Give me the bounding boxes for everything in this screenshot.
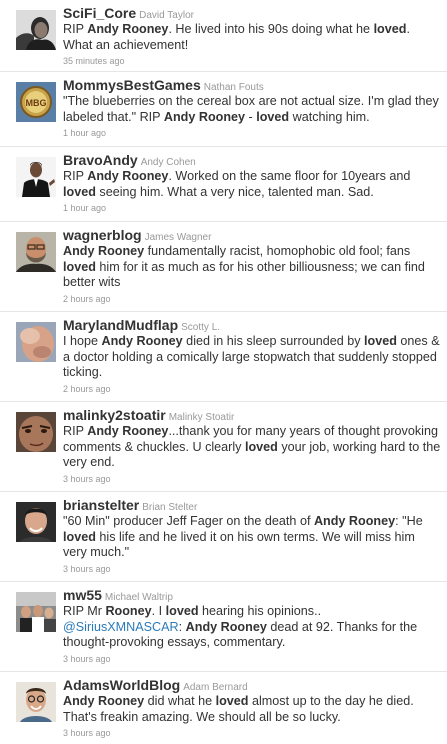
tweet-timestamp[interactable]: 3 hours ago — [63, 653, 441, 665]
tweet-item: BravoAndy Andy Cohen RIP Andy Rooney. Wor… — [0, 147, 447, 222]
tweet-timestamp[interactable]: 3 hours ago — [63, 727, 441, 739]
highlighted-keyword: loved — [63, 259, 96, 274]
tweet-timestamp[interactable]: 1 hour ago — [63, 127, 441, 139]
tweet-text-segment: RIP — [63, 424, 88, 438]
tweet-text-segment: "60 Min" producer Jeff Fager on the deat… — [63, 514, 314, 528]
tweet-screen-name[interactable]: wagnerblog — [63, 227, 142, 243]
tweet-timestamp[interactable]: 3 hours ago — [63, 473, 441, 485]
user-avatar[interactable]: MBG — [16, 82, 56, 122]
tweet-text-segment: RIP — [63, 22, 88, 36]
tweet-text: "The blueberries on the cereal box are n… — [63, 94, 441, 125]
tweet-full-name[interactable]: Brian Stelter — [142, 502, 197, 513]
tweet-item: wagnerblog James Wagner Andy Rooney funda… — [0, 222, 447, 312]
tweet-text-segment: : — [178, 619, 186, 634]
tweet-timestamp[interactable]: 2 hours ago — [63, 293, 441, 305]
user-avatar[interactable] — [16, 157, 56, 197]
highlighted-keyword: loved — [373, 22, 407, 36]
tweet-text-segment: I hope — [63, 334, 102, 348]
tweet-timestamp[interactable]: 35 minutes ago — [63, 55, 441, 67]
highlighted-keyword: Andy Rooney — [163, 109, 246, 124]
tweet-text: RIP Andy Rooney. He lived into his 90s d… — [63, 22, 441, 53]
tweet-timestamp[interactable]: 2 hours ago — [63, 383, 441, 395]
tweet-item: MBG MommysBestGames Nathan Fouts "The blu… — [0, 72, 447, 147]
highlighted-keyword: loved — [256, 109, 290, 124]
highlighted-keyword: Andy Rooney — [63, 244, 145, 258]
tweet-full-name[interactable]: Andy Cohen — [141, 157, 196, 168]
highlighted-keyword: Andy Rooney — [87, 169, 169, 183]
highlighted-keyword: Andy Rooney — [101, 334, 183, 348]
tweet-screen-name[interactable]: MommysBestGames — [63, 77, 201, 93]
highlighted-keyword: Andy Rooney — [63, 694, 145, 708]
tweet-text: RIP Andy Rooney. Worked on the same floo… — [63, 169, 441, 200]
highlighted-keyword: loved — [244, 439, 278, 454]
tweet-text: I hope Andy Rooney died in his sleep sur… — [63, 334, 441, 381]
highlighted-keyword: loved — [364, 334, 397, 348]
tweet-text-segment: died in his sleep surrounded by — [182, 334, 365, 348]
tweet-timestamp[interactable]: 1 hour ago — [63, 202, 441, 214]
tweet-text-segment: him for it as much as for his other bill… — [63, 259, 425, 290]
tweet-text-segment: . He lived into his 90s doing what he — [168, 22, 374, 36]
tweet-text-segment: his life and he lived it on his own term… — [63, 529, 415, 560]
highlighted-keyword: loved — [215, 694, 249, 708]
tweet-full-name[interactable]: Malinky Stoatir — [169, 412, 235, 423]
tweet-full-name[interactable]: Nathan Fouts — [204, 82, 264, 93]
tweet-screen-name[interactable]: brianstelter — [63, 497, 139, 513]
tweet-text-segment: : "He — [395, 514, 423, 528]
user-avatar[interactable] — [16, 10, 56, 50]
tweet-text: Andy Rooney did what he loved almost up … — [63, 694, 441, 725]
tweet-text-segment: . I — [151, 604, 166, 618]
tweet-text-segment: . Worked on the same floor for 10years a… — [168, 169, 411, 183]
highlighted-keyword: Andy Rooney — [87, 22, 169, 36]
highlighted-keyword: loved — [63, 529, 96, 544]
tweet-item: MarylandMudflap Scotty L. I hope Andy Roo… — [0, 312, 447, 402]
user-avatar[interactable] — [16, 592, 56, 632]
tweet-item: AdamsWorldBlog Adam Bernard Andy Rooney d… — [0, 672, 447, 744]
mention-link[interactable]: @SiriusXMNASCAR — [63, 620, 179, 634]
tweet-screen-name[interactable]: mw55 — [63, 587, 102, 603]
user-avatar[interactable] — [16, 232, 56, 272]
tweet-item: malinky2stoatir Malinky Stoatir RIP Andy … — [0, 402, 447, 492]
tweet-item: mw55 Michael Waltrip RIP Mr Rooney. I lov… — [0, 582, 447, 672]
user-avatar[interactable] — [16, 502, 56, 542]
tweet-screen-name[interactable]: malinky2stoatir — [63, 407, 166, 423]
highlighted-keyword: Andy Rooney — [185, 619, 267, 634]
tweet-full-name[interactable]: Adam Bernard — [183, 682, 247, 693]
user-avatar[interactable] — [16, 412, 56, 452]
tweet-item: brianstelter Brian Stelter "60 Min" produ… — [0, 492, 447, 582]
mbg-logo-text: MBG — [26, 98, 47, 108]
highlighted-keyword: Andy Rooney — [313, 514, 396, 528]
user-avatar[interactable] — [16, 682, 56, 722]
tweet-full-name[interactable]: David Taylor — [139, 10, 194, 21]
tweet-text: RIP Mr Rooney. I loved hearing his opini… — [63, 604, 441, 651]
highlighted-keyword: Rooney — [105, 604, 152, 618]
highlighted-keyword: loved — [63, 184, 96, 199]
tweet-timestamp[interactable]: 3 hours ago — [63, 563, 441, 575]
tweet-item: SciFi_Core David Taylor RIP Andy Rooney. … — [0, 0, 447, 72]
tweet-text-segment: fundamentally racist, homophobic old foo… — [144, 244, 411, 258]
tweet-text: "60 Min" producer Jeff Fager on the deat… — [63, 514, 441, 561]
tweet-full-name[interactable]: Scotty L. — [181, 322, 220, 333]
tweet-text-segment: did what he — [144, 694, 216, 708]
user-avatar[interactable] — [16, 322, 56, 362]
tweet-text-segment: watching him. — [289, 109, 370, 124]
tweet-feed: SciFi_Core David Taylor RIP Andy Rooney. … — [0, 0, 447, 744]
tweet-text-segment: hearing his opinions.. — [198, 604, 322, 618]
tweet-text: RIP Andy Rooney...thank you for many yea… — [63, 424, 441, 471]
tweet-full-name[interactable]: Michael Waltrip — [105, 592, 173, 603]
tweet-text-segment: - — [245, 109, 257, 124]
highlighted-keyword: loved — [165, 604, 199, 618]
tweet-text: Andy Rooney fundamentally racist, homoph… — [63, 244, 441, 291]
tweet-text-segment: seeing him. What a very nice, talented m… — [95, 184, 374, 199]
tweet-screen-name[interactable]: BravoAndy — [63, 152, 138, 168]
tweet-screen-name[interactable]: SciFi_Core — [63, 5, 136, 21]
tweet-text-segment: RIP Mr — [63, 604, 106, 618]
tweet-screen-name[interactable]: MarylandMudflap — [63, 317, 178, 333]
highlighted-keyword: Andy Rooney — [87, 424, 169, 438]
tweet-screen-name[interactable]: AdamsWorldBlog — [63, 677, 180, 693]
tweet-text-segment: RIP — [63, 169, 88, 183]
tweet-full-name[interactable]: James Wagner — [145, 232, 212, 243]
